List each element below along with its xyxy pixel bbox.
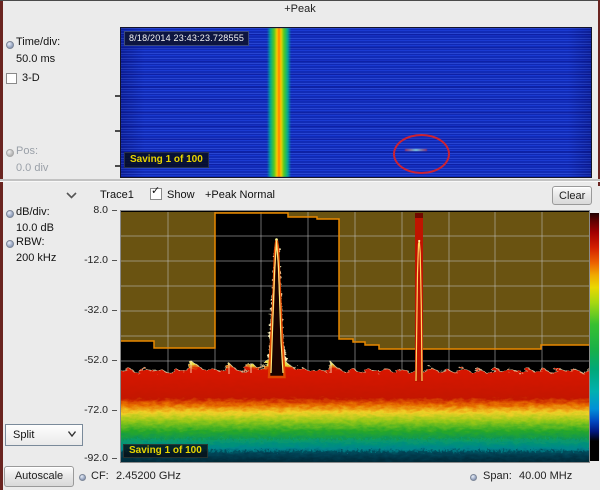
window-border-top (0, 0, 600, 1)
y-axis-tick (112, 210, 117, 211)
pos-knob-icon (6, 149, 14, 157)
rbw-knob-icon[interactable] (6, 240, 14, 248)
show-checkbox[interactable]: ✓ (150, 188, 162, 200)
dbdiv-value[interactable]: 10.0 dB (16, 222, 54, 234)
spectrogram-saving-badge: Saving 1 of 100 (124, 152, 209, 168)
spectrum-saving-badge: Saving 1 of 100 (123, 444, 208, 458)
spectrogram-timestamp: 8/18/2014 23:43:23.728555 (124, 31, 249, 46)
y-axis-label: -52.0 (70, 354, 108, 366)
y-axis-tick (112, 360, 117, 361)
detection-mode-title: +Peak (0, 3, 600, 15)
display-mode-value: Split (13, 429, 34, 441)
pos-label: Pos: (16, 145, 38, 157)
display-mode-dropdown[interactable]: Split (5, 424, 83, 446)
cf-value[interactable]: 2.45200 GHz (116, 470, 181, 482)
rbw-value[interactable]: 200 kHz (16, 252, 56, 264)
span-knob-icon[interactable] (470, 474, 477, 481)
cf-label: CF: (91, 470, 109, 482)
spectrogram-div-tick (115, 95, 120, 97)
threed-checkbox[interactable] (6, 73, 17, 84)
checkmark-icon: ✓ (151, 186, 160, 197)
y-axis-tick (112, 260, 117, 261)
spectrum-canvas (121, 211, 589, 462)
autoscale-button[interactable]: Autoscale (4, 466, 74, 487)
spectrogram-signal-stripe (267, 28, 291, 177)
panel-divider (0, 179, 600, 182)
timediv-value[interactable]: 50.0 ms (16, 53, 55, 65)
y-axis-label: -72.0 (70, 404, 108, 416)
span-value[interactable]: 40.00 MHz (519, 470, 572, 482)
y-axis-label: -12.0 (70, 254, 108, 266)
timediv-label: Time/div: (16, 36, 60, 48)
y-axis-label: -32.0 (70, 304, 108, 316)
window-border-left (0, 0, 3, 490)
y-axis-label: 8.0 (70, 204, 108, 216)
dbdiv-label: dB/div: (16, 206, 50, 218)
y-axis-tick (112, 310, 117, 311)
dbdiv-knob-icon[interactable] (6, 210, 14, 218)
cf-knob-icon[interactable] (79, 474, 86, 481)
threed-label[interactable]: 3-D (22, 72, 40, 84)
y-axis-tick (112, 410, 117, 411)
mask-violation-signal (415, 213, 423, 382)
annotation-circle (393, 134, 450, 174)
trace-selector[interactable]: Trace1 (100, 189, 134, 201)
spectrum-display[interactable]: Saving 1 of 100 (120, 210, 590, 463)
spectrogram-div-tick (115, 130, 120, 132)
timediv-knob-icon[interactable] (6, 41, 14, 49)
chevron-down-icon (68, 431, 76, 437)
clear-button[interactable]: Clear (552, 186, 592, 205)
spectrogram-div-tick (115, 165, 120, 167)
show-label[interactable]: Show (167, 189, 195, 201)
trace-mode-label: +Peak Normal (205, 189, 275, 201)
y-axis-tick (112, 458, 117, 459)
spectrogram-display[interactable]: 8/18/2014 23:43:23.728555 Saving 1 of 10… (120, 27, 592, 178)
density-colorbar (590, 213, 599, 461)
rbw-label: RBW: (16, 236, 45, 248)
pos-value: 0.0 div (16, 162, 48, 174)
y-axis-label: -92.0 (70, 452, 108, 464)
chevron-down-icon[interactable] (66, 192, 77, 199)
span-label: Span: (483, 470, 512, 482)
